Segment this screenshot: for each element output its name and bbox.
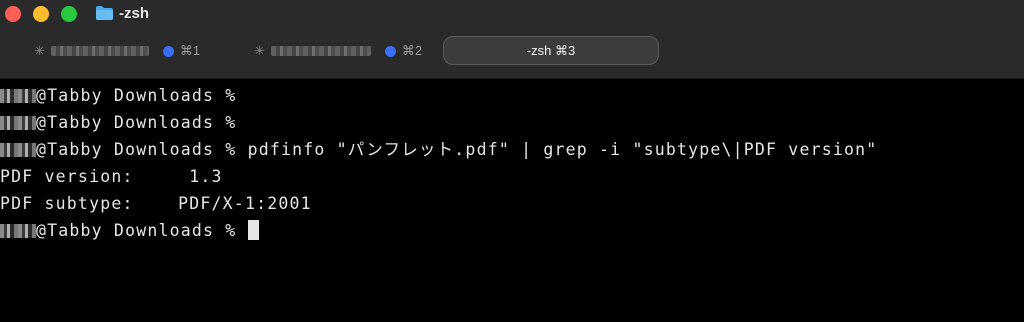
tab-2[interactable]: ✳ ⌘2: [254, 36, 422, 66]
text-cursor: [247, 220, 259, 240]
output-line: PDF subtype: PDF/X-1:2001: [0, 194, 312, 213]
folder-icon: [96, 6, 113, 20]
spinner-icon: ✳: [34, 43, 45, 58]
tab-bar: ✳ ⌘1 ✳ ⌘2 -zsh ⌘3: [0, 30, 1024, 79]
terminal-line: @Tabby Downloads % pdfinfo "パンフレット.pdf" …: [0, 136, 877, 163]
terminal-output[interactable]: @Tabby Downloads % @Tabby Downloads % @T…: [0, 82, 1024, 322]
username-redacted: [0, 224, 36, 238]
prompt: @Tabby Downloads %: [36, 221, 237, 240]
close-window-button[interactable]: [5, 6, 21, 22]
output-line: PDF version: 1.3: [0, 167, 223, 186]
terminal-line: @Tabby Downloads %: [0, 109, 236, 136]
tab-1[interactable]: ✳ ⌘1: [34, 36, 200, 66]
title-bar: -zsh: [0, 0, 1024, 30]
prompt: @Tabby Downloads %: [36, 113, 237, 132]
activity-indicator-icon: [384, 45, 396, 57]
tab-title-redacted: [270, 46, 371, 56]
username-redacted: [0, 116, 36, 130]
prompt: @Tabby Downloads %: [36, 86, 237, 105]
tab-3-active[interactable]: -zsh ⌘3: [443, 36, 659, 65]
command-text: pdfinfo "パンフレット.pdf" | grep -i "subtype\…: [247, 140, 878, 159]
terminal-window: -zsh ✳ ⌘1 ✳ ⌘2 -zsh ⌘3 @Tabby Downloads …: [0, 0, 1024, 322]
username-redacted: [0, 143, 36, 157]
terminal-line: @Tabby Downloads %: [0, 82, 236, 109]
terminal-line: @Tabby Downloads %: [0, 217, 259, 244]
window-title: -zsh: [119, 5, 149, 22]
activity-indicator-icon: [162, 45, 174, 57]
minimize-window-button[interactable]: [33, 6, 49, 22]
prompt: @Tabby Downloads %: [36, 140, 237, 159]
tab-shortcut: ⌘2: [401, 43, 423, 58]
tab-shortcut: ⌘1: [179, 43, 201, 58]
spinner-icon: ✳: [254, 43, 265, 58]
maximize-window-button[interactable]: [61, 6, 77, 22]
username-redacted: [0, 89, 36, 103]
tab-title-redacted: [50, 46, 149, 56]
